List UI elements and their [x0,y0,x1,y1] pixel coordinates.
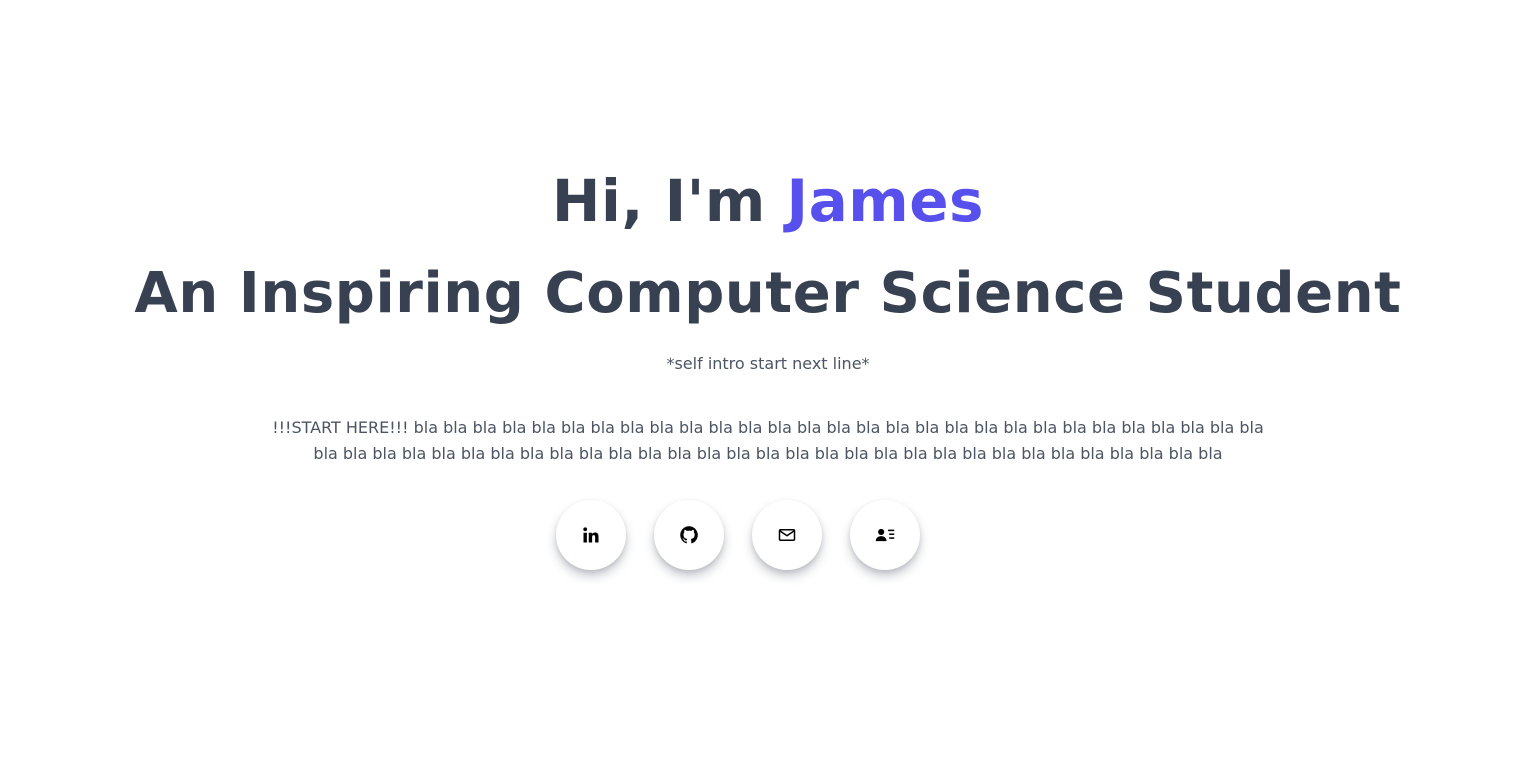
social-links [556,500,920,570]
greeting-prefix: Hi, I'm [551,167,787,235]
mail-icon [778,529,796,541]
contact-card-button[interactable] [850,500,920,570]
greeting-heading: Hi, I'm James [0,172,1536,230]
greeting-name: James [786,167,985,235]
hero-title: An Inspiring Computer Science Student [134,261,1402,326]
linkedin-button[interactable] [556,500,626,570]
email-button[interactable] [752,500,822,570]
contact-card-icon [875,528,895,542]
github-icon [680,526,698,544]
intro-paragraph: !!!START HERE!!! bla bla bla bla bla bla… [272,418,1264,463]
hero-subtitle: *self intro start next line* [666,354,870,373]
hero-section: Hi, I'm James An Inspiring Computer Scie… [0,0,1536,769]
linkedin-icon [583,527,599,543]
github-button[interactable] [654,500,724,570]
